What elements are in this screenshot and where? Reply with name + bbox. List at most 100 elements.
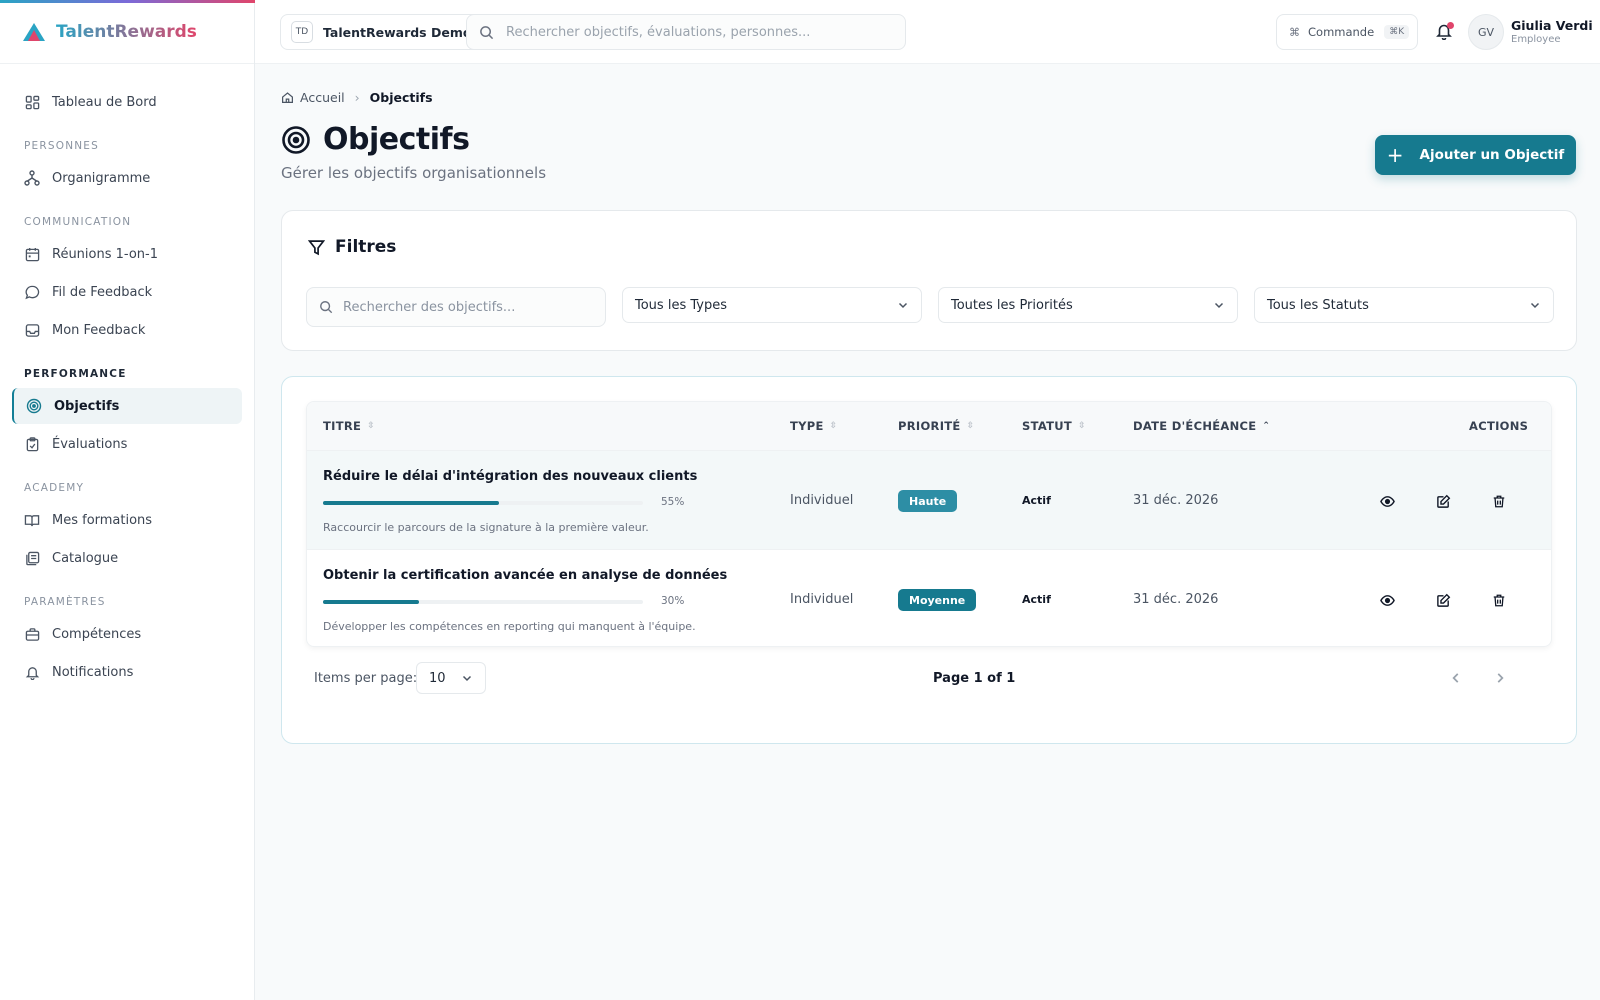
column-header-priority[interactable]: PRIORITÉ ⇳ (898, 419, 974, 433)
command-label: Commande (1308, 25, 1375, 39)
objective-title[interactable]: Réduire le délai d'intégration des nouve… (323, 469, 697, 484)
dashboard-icon (24, 94, 40, 110)
table-header: TITRE ⇳ TYPE ⇳ PRIORITÉ ⇳ STATUT ⇳ DATE D'ÉC… (307, 402, 1551, 450)
sidebar-item-notifications[interactable]: Notifications (12, 654, 242, 690)
command-shortcut: ⌘K (1384, 25, 1410, 39)
sidebar-item-my-feedback[interactable]: Mon Feedback (12, 312, 242, 348)
sidebar-item-feedback-feed[interactable]: Fil de Feedback (12, 274, 242, 310)
user-name[interactable]: Giulia Verdi (1511, 18, 1593, 33)
priority-filter-select[interactable]: Toutes les Priorités (938, 287, 1238, 323)
column-header-due-date[interactable]: DATE D'ÉCHÉANCE ⌃ (1133, 419, 1270, 433)
sidebar-item-my-trainings[interactable]: Mes formations (12, 502, 242, 538)
objectives-table: TITRE ⇳ TYPE ⇳ PRIORITÉ ⇳ STATUT ⇳ DATE D'ÉC… (306, 401, 1552, 647)
breadcrumb-home[interactable]: Accueil (300, 90, 345, 105)
add-objective-button[interactable]: + Ajouter un Objectif (1375, 135, 1576, 175)
edit-pencil-icon[interactable] (1434, 492, 1452, 510)
org-chart-icon (24, 170, 40, 186)
chevron-down-icon (1530, 302, 1540, 309)
global-search-input[interactable]: Rechercher objectifs, évaluations, perso… (466, 14, 906, 50)
objectives-search-input[interactable]: Rechercher des objectifs... (306, 287, 606, 327)
sidebar-item-label: Notifications (52, 664, 134, 680)
sidebar-item-org-chart[interactable]: Organigramme (12, 160, 242, 196)
section-performance: PERFORMANCE (24, 368, 127, 380)
edit-pencil-icon[interactable] (1434, 591, 1452, 609)
page-subtitle: Gérer les objectifs organisationnels (281, 164, 547, 182)
sort-icon: ⇳ (367, 421, 376, 431)
progress-bar (323, 600, 643, 604)
sidebar-item-evaluations[interactable]: Évaluations (12, 426, 242, 462)
open-book-icon (24, 512, 40, 528)
chevron-down-icon (1214, 302, 1224, 309)
column-header-actions: ACTIONS (1469, 419, 1528, 433)
chat-bubble-icon (24, 284, 40, 300)
objective-type: Individuel (790, 592, 854, 607)
sidebar-item-label: Catalogue (52, 550, 119, 566)
view-eye-icon[interactable] (1378, 591, 1396, 609)
column-header-title[interactable]: TITRE ⇳ (323, 419, 375, 433)
library-icon (24, 550, 40, 566)
sidebar-item-label: Tableau de Bord (52, 94, 157, 110)
previous-page-icon[interactable] (1449, 670, 1465, 686)
objective-description: Raccourcir le parcours de la signature à… (323, 521, 649, 534)
sidebar-item-one-on-one[interactable]: Réunions 1-on-1 (12, 236, 242, 272)
target-icon (26, 398, 42, 414)
sort-icon: ⇳ (829, 421, 838, 431)
sidebar-item-skills[interactable]: Compétences (12, 616, 242, 652)
brand-name: TalentRewards (56, 21, 197, 42)
search-icon (480, 25, 494, 39)
pagination: Items per page: 10 Page 1 of 1 (306, 662, 1552, 696)
column-header-type[interactable]: TYPE ⇳ (790, 419, 838, 433)
add-objective-label: Ajouter un Objectif (1419, 147, 1565, 163)
next-page-icon[interactable] (1493, 670, 1509, 686)
page-title-text: Objectifs (323, 122, 470, 157)
sort-ascending-icon: ⌃ (1262, 421, 1271, 431)
calendar-icon (24, 246, 40, 262)
table-row[interactable]: Obtenir la certification avancée en anal… (307, 549, 1551, 646)
avatar[interactable]: GV (1468, 14, 1504, 50)
global-search-placeholder: Rechercher objectifs, évaluations, perso… (506, 24, 811, 40)
objective-title[interactable]: Obtenir la certification avancée en anal… (323, 568, 727, 583)
column-header-label: STATUT (1022, 419, 1073, 433)
view-eye-icon[interactable] (1378, 492, 1396, 510)
sidebar-item-objectives[interactable]: Objectifs (12, 388, 242, 424)
target-icon (282, 125, 310, 154)
sidebar-item-catalog[interactable]: Catalogue (12, 540, 242, 576)
organization-switcher[interactable]: TD TalentRewards Demo (280, 14, 483, 50)
table-row[interactable]: Réduire le délai d'intégration des nouve… (307, 450, 1551, 549)
sort-icon: ⇳ (966, 421, 975, 431)
home-icon (282, 92, 293, 103)
command-icon: ⌘ (1289, 25, 1300, 39)
brand[interactable]: TalentRewards (0, 0, 255, 64)
topbar: TD TalentRewards Demo Rechercher objecti… (255, 0, 1600, 64)
chevron-right-icon: › (354, 90, 360, 105)
status-filter-select[interactable]: Tous les Statuts (1254, 287, 1554, 323)
progress-percent: 30% (661, 595, 685, 607)
sidebar-item-label: Objectifs (54, 398, 120, 414)
due-date: 31 déc. 2026 (1133, 493, 1219, 508)
breadcrumb: Accueil › Objectifs (281, 90, 433, 105)
org-name: TalentRewards Demo (323, 24, 472, 40)
type-filter-select[interactable]: Tous les Types (622, 287, 922, 323)
section-settings: PARAMÈTRES (24, 596, 106, 608)
progress-bar-fill (323, 600, 419, 604)
chevron-down-icon (898, 302, 908, 309)
filters-title-text: Filtres (335, 237, 397, 257)
sidebar-nav: Tableau de Bord PERSONNES Organigramme C… (0, 64, 254, 690)
delete-trash-icon[interactable] (1490, 492, 1508, 510)
sidebar-item-dashboard[interactable]: Tableau de Bord (12, 84, 242, 120)
progress-percent: 55% (661, 496, 685, 508)
logo-icon (23, 22, 45, 41)
column-header-label: TYPE (790, 419, 824, 433)
page-info: Page 1 of 1 (933, 671, 1016, 686)
sidebar-item-label: Compétences (52, 626, 142, 642)
column-header-status[interactable]: STATUT ⇳ (1022, 419, 1086, 433)
notifications-bell-icon[interactable] (1436, 22, 1454, 42)
sidebar-item-label: Mon Feedback (52, 322, 146, 338)
sidebar-item-label: Évaluations (52, 436, 128, 452)
command-palette-button[interactable]: ⌘ Commande ⌘K (1276, 14, 1418, 50)
breadcrumb-current: Objectifs (369, 90, 433, 105)
items-per-page-select[interactable]: 10 (416, 662, 486, 694)
notification-dot (1447, 22, 1454, 29)
delete-trash-icon[interactable] (1490, 591, 1508, 609)
filter-icon (308, 239, 325, 255)
